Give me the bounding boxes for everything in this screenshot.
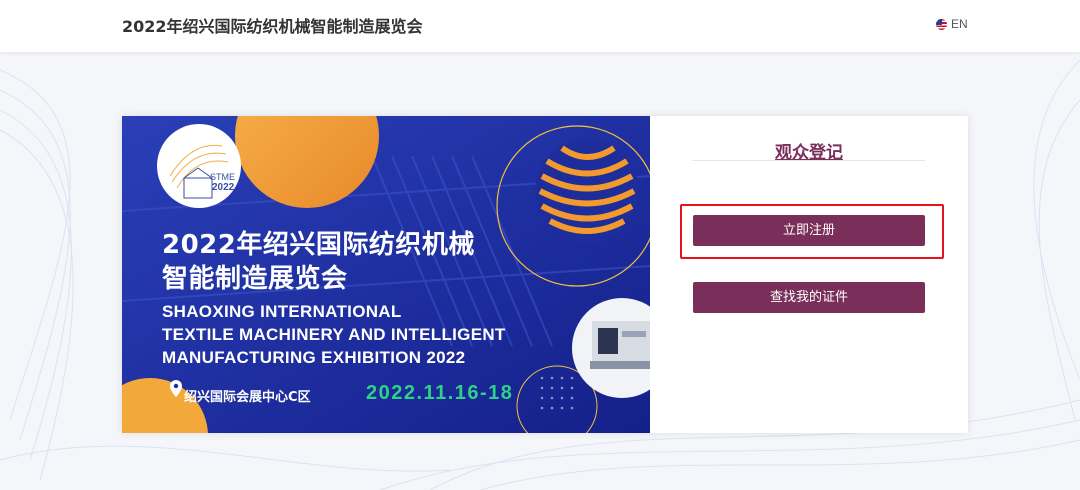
exhibition-banner: STME 2022 2022年绍兴国际纺织机械 智能制造展览会 SHAOXING… bbox=[122, 116, 650, 433]
language-switch[interactable]: EN bbox=[936, 17, 968, 31]
registration-card: STME 2022 2022年绍兴国际纺织机械 智能制造展览会 SHAOXING… bbox=[122, 116, 968, 433]
banner-title-cn-line2: 智能制造展览会 bbox=[162, 264, 348, 294]
us-flag-icon bbox=[936, 18, 947, 30]
banner-title-en-line1: SHAOXING INTERNATIONAL bbox=[162, 302, 402, 321]
banner-title-cn-line1: 2022年绍兴国际纺织机械 bbox=[162, 230, 475, 260]
banner-title-en-line2: TEXTILE MACHINERY AND INTELLIGENT bbox=[162, 325, 506, 344]
banner-logo-text: STME bbox=[210, 172, 236, 182]
panel-divider bbox=[692, 160, 925, 161]
banner-dates: 2022.11.16-18 bbox=[366, 382, 514, 404]
language-label: EN bbox=[951, 17, 968, 31]
visitor-registration-panel: 观众登记 立即注册 查找我的证件 bbox=[650, 116, 968, 433]
banner-title-en-line3: MANUFACTURING EXHIBITION 2022 bbox=[162, 348, 466, 367]
site-title[interactable]: 2022年绍兴国际纺织机械智能制造展览会 bbox=[122, 13, 423, 37]
top-navigation-bar: 2022年绍兴国际纺织机械智能制造展览会 EN bbox=[0, 0, 1080, 52]
banner-logo-year: 2022 bbox=[212, 182, 235, 193]
register-now-button[interactable]: 立即注册 bbox=[693, 215, 925, 246]
find-my-badge-button[interactable]: 查找我的证件 bbox=[693, 282, 925, 313]
banner-location: 绍兴国际会展中心C区 bbox=[184, 390, 311, 405]
